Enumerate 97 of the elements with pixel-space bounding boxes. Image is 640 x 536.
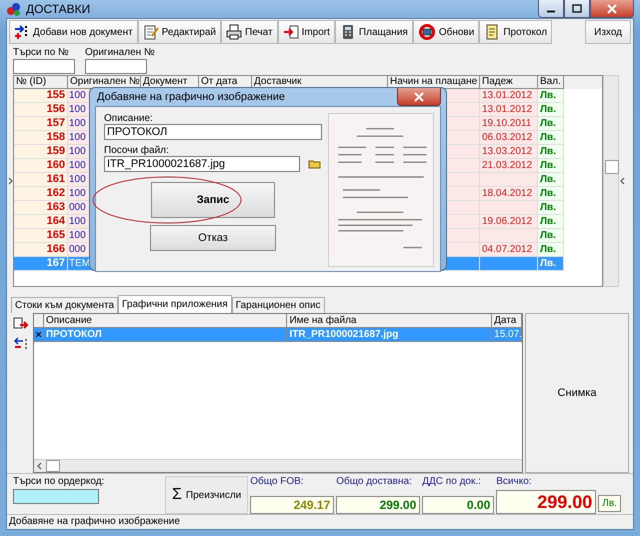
table-cell: 156 xyxy=(14,103,68,117)
close-icon xyxy=(607,4,617,14)
total-label: Общо FOB: xyxy=(250,476,305,488)
add-row-icon[interactable] xyxy=(13,317,29,331)
chevron-right-icon xyxy=(8,177,12,185)
table-cell: Лв. xyxy=(538,257,564,271)
maximize-button[interactable] xyxy=(564,0,590,18)
search-field[interactable] xyxy=(85,59,147,74)
search-label: Търси по ордеркод: xyxy=(13,476,106,487)
table-cell: Лв. xyxy=(538,201,564,215)
table-cell: Лв. xyxy=(538,117,564,131)
toolbar-button[interactable]: Обнови xyxy=(412,20,480,44)
status-bar: Добавяне на графично изображение xyxy=(7,514,633,529)
table-cell: 155 xyxy=(14,89,68,103)
table-cell: Лв. xyxy=(538,89,564,103)
total-value: 299.00 xyxy=(496,490,596,514)
table-cell: Лв. xyxy=(538,103,564,117)
window-title: ДОСТАВКИ xyxy=(26,2,90,16)
tab[interactable]: Графични приложения xyxy=(118,295,232,313)
table-cell: ITR_PR1000021687.jpg xyxy=(287,328,492,342)
save-button[interactable]: Запис xyxy=(151,182,275,218)
table-cell: 160 xyxy=(14,159,68,173)
app-icon xyxy=(6,1,22,17)
table-cell: 158 xyxy=(14,131,68,145)
table-cell: 13.01.2012 xyxy=(482,90,532,101)
folder-icon[interactable] xyxy=(308,159,322,169)
refresh-icon xyxy=(418,24,436,40)
table-cell: Лв. xyxy=(538,173,564,187)
total-label: Общо доставна: xyxy=(336,476,413,488)
minimize-button[interactable] xyxy=(538,0,564,18)
table-cell: 06.03.2012 xyxy=(482,132,532,143)
table-cell: 159 xyxy=(14,145,68,159)
currency-field: Лв. xyxy=(598,495,621,512)
table-cell: Лв. xyxy=(538,159,564,173)
table-cell: 18.04.2012 xyxy=(482,188,532,199)
scrollbar[interactable] xyxy=(603,75,619,287)
table-cell: 157 xyxy=(14,117,68,131)
table-cell: 162 xyxy=(14,187,68,201)
close-icon xyxy=(414,92,424,102)
table-cell: 04.07.2012 xyxy=(482,244,532,255)
table-cell: 13.01.2012 xyxy=(482,104,532,115)
total-value: 299.00 xyxy=(336,496,420,514)
table-cell: 13.03.2012 xyxy=(482,146,532,157)
chevron-left-icon xyxy=(620,177,624,185)
search-label: Търси по № xyxy=(13,47,70,59)
toolbar-button[interactable]: Import xyxy=(278,20,335,44)
search-field[interactable] xyxy=(13,59,75,74)
search-label: Оригинален № xyxy=(85,47,155,59)
table-cell: 164 xyxy=(14,215,68,229)
exit-button[interactable]: Изход xyxy=(585,20,631,44)
add-document-icon xyxy=(14,24,30,40)
toolbar-button[interactable]: Печат xyxy=(221,20,278,44)
table-cell: 15.07. xyxy=(492,328,522,342)
toolbar-button[interactable]: Редактирай xyxy=(138,20,222,44)
toolbar-button[interactable]: Протокол xyxy=(479,20,552,44)
order-code-field[interactable] xyxy=(13,489,99,504)
table-cell: 165 xyxy=(14,229,68,243)
table-cell: Лв. xyxy=(538,187,564,201)
close-button[interactable] xyxy=(397,88,441,106)
photo-button[interactable]: Снимка xyxy=(525,313,629,473)
table-cell: 166 xyxy=(14,243,68,257)
table-cell: Лв. xyxy=(538,243,564,257)
scrollbar[interactable] xyxy=(34,459,522,472)
table-cell: 161 xyxy=(14,173,68,187)
total-label: ДДС по док.: xyxy=(422,476,482,488)
total-label: Всичко: xyxy=(496,476,533,488)
import-icon xyxy=(282,24,299,40)
table-cell: 167 xyxy=(14,257,68,271)
table-cell: 21.03.2012 xyxy=(482,160,532,171)
row-indicator-icon xyxy=(36,332,41,337)
table-cell: Лв. xyxy=(538,215,564,229)
tab[interactable]: Гаранционен опис xyxy=(232,297,325,313)
table-cell: Лв. xyxy=(538,131,564,145)
scroll-thumb[interactable] xyxy=(46,460,60,472)
toolbar-button[interactable]: Плащания xyxy=(334,20,413,44)
table-cell: 19.10.2011 xyxy=(482,118,532,129)
recalculate-button[interactable]: Σ Преизчисли xyxy=(165,476,248,514)
tab[interactable]: Стоки към документа xyxy=(11,297,118,313)
table-cell: Лв. xyxy=(538,145,564,159)
total-value: 0.00 xyxy=(422,496,494,514)
scroll-thumb[interactable] xyxy=(605,160,619,174)
maximize-icon xyxy=(572,4,582,14)
toolbar-button[interactable]: Добави нов документ xyxy=(9,20,138,44)
file-field[interactable]: ITR_PR1000021687.jpg xyxy=(104,156,300,172)
document-icon xyxy=(484,24,500,40)
cancel-button[interactable]: Отказ xyxy=(150,225,276,251)
description-field[interactable]: ПРОТОКОЛ xyxy=(104,124,322,140)
table-cell: 19.06.2012 xyxy=(482,216,532,227)
printer-icon xyxy=(226,24,242,40)
minimize-icon xyxy=(546,10,556,13)
remove-row-icon[interactable] xyxy=(13,337,29,351)
close-button[interactable] xyxy=(590,0,634,18)
table-cell: ПРОТОКОЛ xyxy=(44,328,288,342)
edit-document-icon xyxy=(142,24,159,40)
total-value: 249.17 xyxy=(250,496,334,514)
table-cell: Лв. xyxy=(538,229,564,243)
table-cell: 163 xyxy=(14,201,68,215)
